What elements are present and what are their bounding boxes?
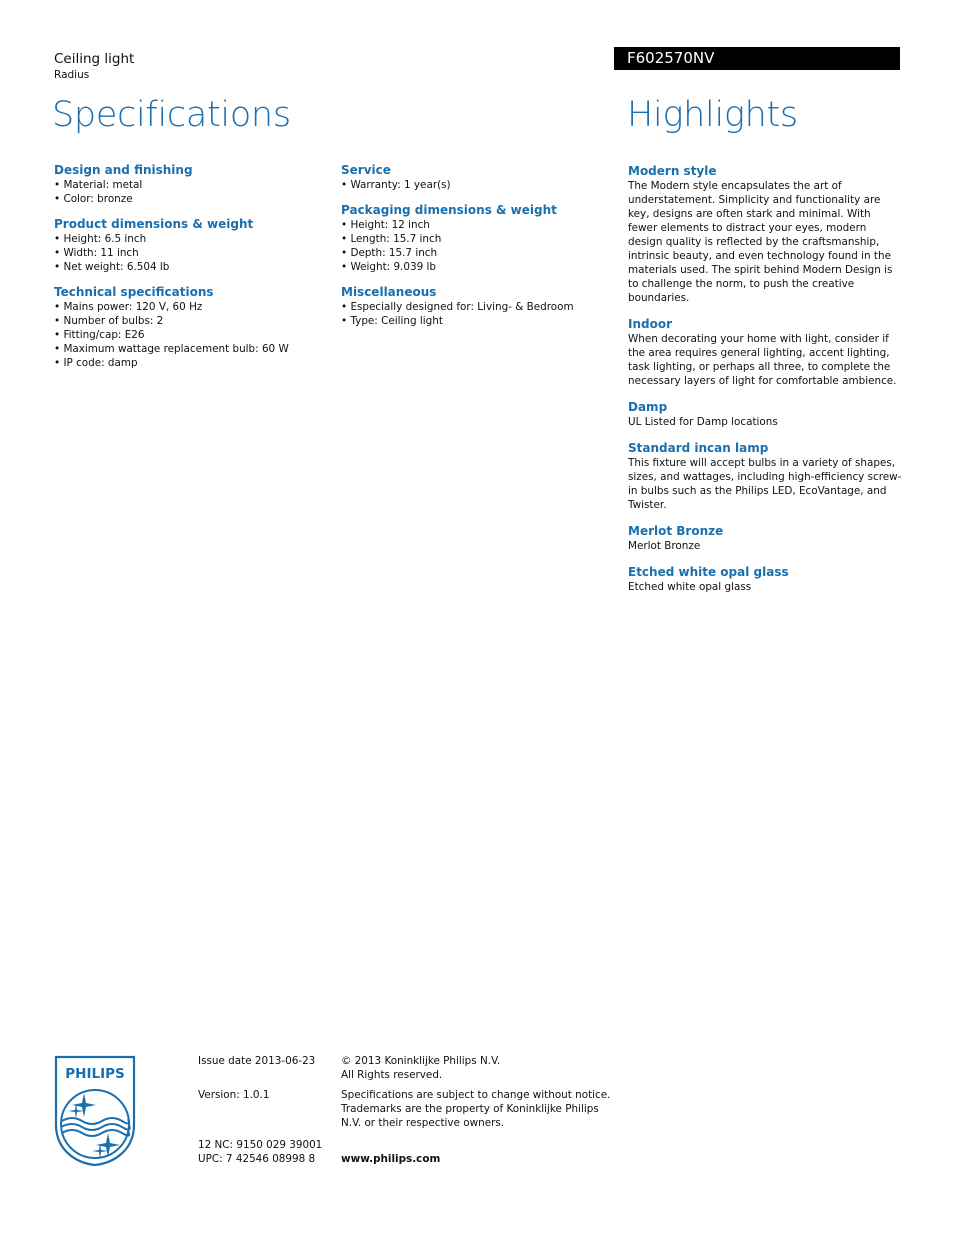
spec-section-heading: Miscellaneous: [341, 285, 437, 299]
spec-item: Especially designed for: Living- & Bedro…: [341, 300, 611, 314]
spec-item: Length: 15.7 inch: [341, 232, 611, 246]
highlight-heading: Etched white opal glass: [628, 565, 789, 579]
spec-column-1: Design and finishingMaterial: metalColor…: [54, 163, 324, 381]
website-link[interactable]: www.philips.com: [341, 1152, 440, 1166]
highlights-column: Modern style The Modern style encapsulate…: [628, 164, 903, 606]
spec-section: Design and finishingMaterial: metalColor…: [54, 163, 324, 206]
spec-section-heading: Design and finishing: [54, 163, 193, 177]
highlight-heading: Merlot Bronze: [628, 524, 724, 538]
issue-date: Issue date 2013-06-23: [198, 1055, 316, 1067]
spec-item: Depth: 15.7 inch: [341, 246, 611, 260]
spec-section: Technical specificationsMains power: 120…: [54, 285, 324, 370]
spec-item: Weight: 9.039 lb: [341, 260, 611, 274]
spec-item: Number of bulbs: 2: [54, 314, 324, 328]
product-type: Ceiling light: [54, 51, 135, 67]
spec-section: MiscellaneousEspecially designed for: Li…: [341, 285, 611, 328]
copyright-line-1: © 2013 Koninklijke Philips N.V.: [341, 1055, 501, 1067]
highlight-section: Standard incan lamp This fixture will acc…: [628, 441, 903, 512]
highlight-section: Indoor When decorating your home with lig…: [628, 317, 903, 388]
logo-text: PHILIPS: [65, 1066, 124, 1082]
spec-item: Warranty: 1 year(s): [341, 178, 611, 192]
twelve-nc: 12 NC: 9150 029 39001: [198, 1139, 323, 1151]
spec-column-2: ServiceWarranty: 1 year(s) Packaging dime…: [341, 163, 611, 339]
spec-section: ServiceWarranty: 1 year(s): [341, 163, 611, 192]
spec-item: Mains power: 120 V, 60 Hz: [54, 300, 324, 314]
highlight-section: Etched white opal glass Etched white opal…: [628, 565, 903, 594]
highlight-heading: Modern style: [628, 164, 717, 178]
model-bar: F602570NV: [614, 47, 900, 70]
spec-item: Maximum wattage replacement bulb: 60 W: [54, 342, 324, 356]
model-number: F602570NV: [627, 49, 715, 67]
spec-section-heading: Service: [341, 163, 391, 177]
copyright: © 2013 Koninklijke Philips N.V. All Righ…: [341, 1054, 621, 1082]
spec-section-heading: Product dimensions & weight: [54, 217, 254, 231]
spec-item: Color: bronze: [54, 192, 324, 206]
spec-section-heading: Packaging dimensions & weight: [341, 203, 557, 217]
spec-item: Type: Ceiling light: [341, 314, 611, 328]
highlight-heading: Indoor: [628, 317, 673, 331]
highlight-body: This fixture will accept bulbs in a vari…: [628, 457, 902, 511]
highlight-section: Merlot Bronze Merlot Bronze: [628, 524, 903, 553]
spec-item: Width: 11 inch: [54, 246, 324, 260]
highlight-body: Merlot Bronze: [628, 540, 701, 552]
spec-item: Fitting/cap: E26: [54, 328, 324, 342]
highlight-section: Modern style The Modern style encapsulate…: [628, 164, 903, 305]
highlight-body: UL Listed for Damp locations: [628, 416, 778, 428]
spec-item: IP code: damp: [54, 356, 324, 370]
highlight-body: When decorating your home with light, co…: [628, 333, 897, 387]
highlight-heading: Standard incan lamp: [628, 441, 769, 455]
copyright-line-2: All Rights reserved.: [341, 1069, 443, 1081]
spec-section: Packaging dimensions & weightHeight: 12 …: [341, 203, 611, 274]
spec-section: Product dimensions & weightHeight: 6.5 i…: [54, 217, 324, 274]
spec-section-heading: Technical specifications: [54, 285, 214, 299]
spec-item: Material: metal: [54, 178, 324, 192]
spec-item: Height: 12 inch: [341, 218, 611, 232]
highlight-section: Damp UL Listed for Damp locations: [628, 400, 903, 429]
spec-item: Height: 6.5 inch: [54, 232, 324, 246]
highlights-title: Highlights: [627, 95, 798, 135]
upc-code: UPC: 7 42546 08998 8: [198, 1153, 316, 1165]
version: Version: 1.0.1: [198, 1089, 270, 1101]
product-name: Radius: [54, 69, 90, 81]
philips-shield-logo-icon: PHILIPS: [54, 1055, 136, 1167]
highlight-heading: Damp: [628, 400, 668, 414]
highlight-body: The Modern style encapsulates the art of…: [628, 180, 893, 304]
specifications-title: Specifications: [52, 95, 291, 135]
highlight-body: Etched white opal glass: [628, 581, 752, 593]
spec-item: Net weight: 6.504 lb: [54, 260, 324, 274]
disclaimer: Specifications are subject to change wit…: [341, 1089, 611, 1129]
